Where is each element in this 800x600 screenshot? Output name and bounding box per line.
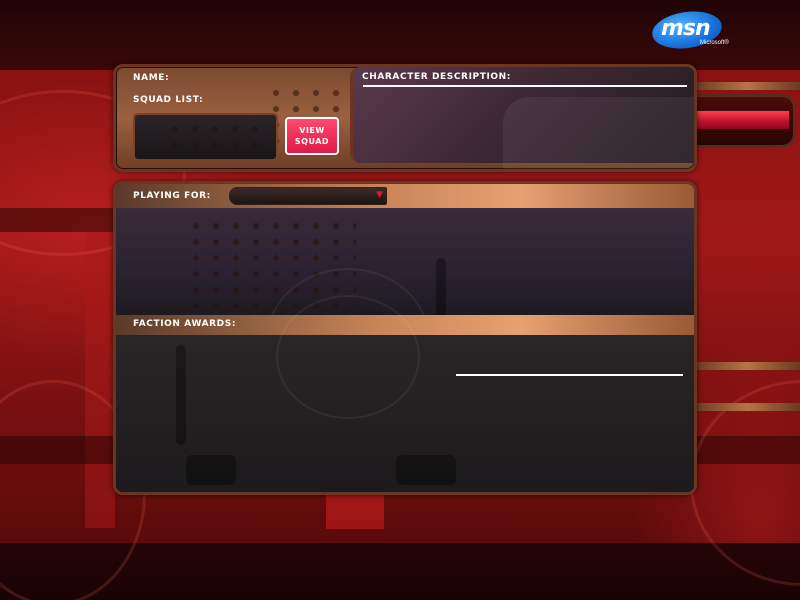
logo-text: msn bbox=[661, 16, 711, 41]
playing-for-content bbox=[116, 208, 694, 412]
character-description-divider bbox=[363, 85, 687, 87]
squad-list-box[interactable] bbox=[133, 113, 278, 161]
faction-awards-divider bbox=[456, 374, 683, 376]
playing-for-label: PLAYING FOR: bbox=[133, 191, 211, 201]
triangle-down-icon: ▼ bbox=[376, 190, 383, 200]
name-label: NAME: bbox=[133, 73, 170, 83]
view-squad-button[interactable]: VIEW SQUAD bbox=[285, 117, 339, 155]
character-description-label: CHARACTER DESCRIPTION: bbox=[362, 72, 512, 82]
faction-awards-content bbox=[116, 295, 694, 492]
playing-for-dropdown[interactable]: ▼ bbox=[229, 187, 387, 205]
logo-subtext: Microsoft® bbox=[700, 40, 729, 46]
faction-awards-label: FACTION AWARDS: bbox=[133, 319, 237, 329]
msn-logo: msn Microsoft® bbox=[649, 7, 734, 53]
profile-panel: NAME: SQUAD LIST: VIEW SQUAD CHARACTER D… bbox=[113, 64, 697, 172]
view-squad-button-label: VIEW SQUAD bbox=[294, 126, 330, 146]
squad-list-label: SQUAD LIST: bbox=[133, 95, 204, 105]
playing-for-bar: PLAYING FOR: ▼ bbox=[116, 184, 694, 208]
character-description-area: CHARACTER DESCRIPTION: bbox=[350, 67, 694, 169]
faction-panel: PLAYING FOR: ▼ FACTION AWARDS: bbox=[113, 181, 697, 495]
